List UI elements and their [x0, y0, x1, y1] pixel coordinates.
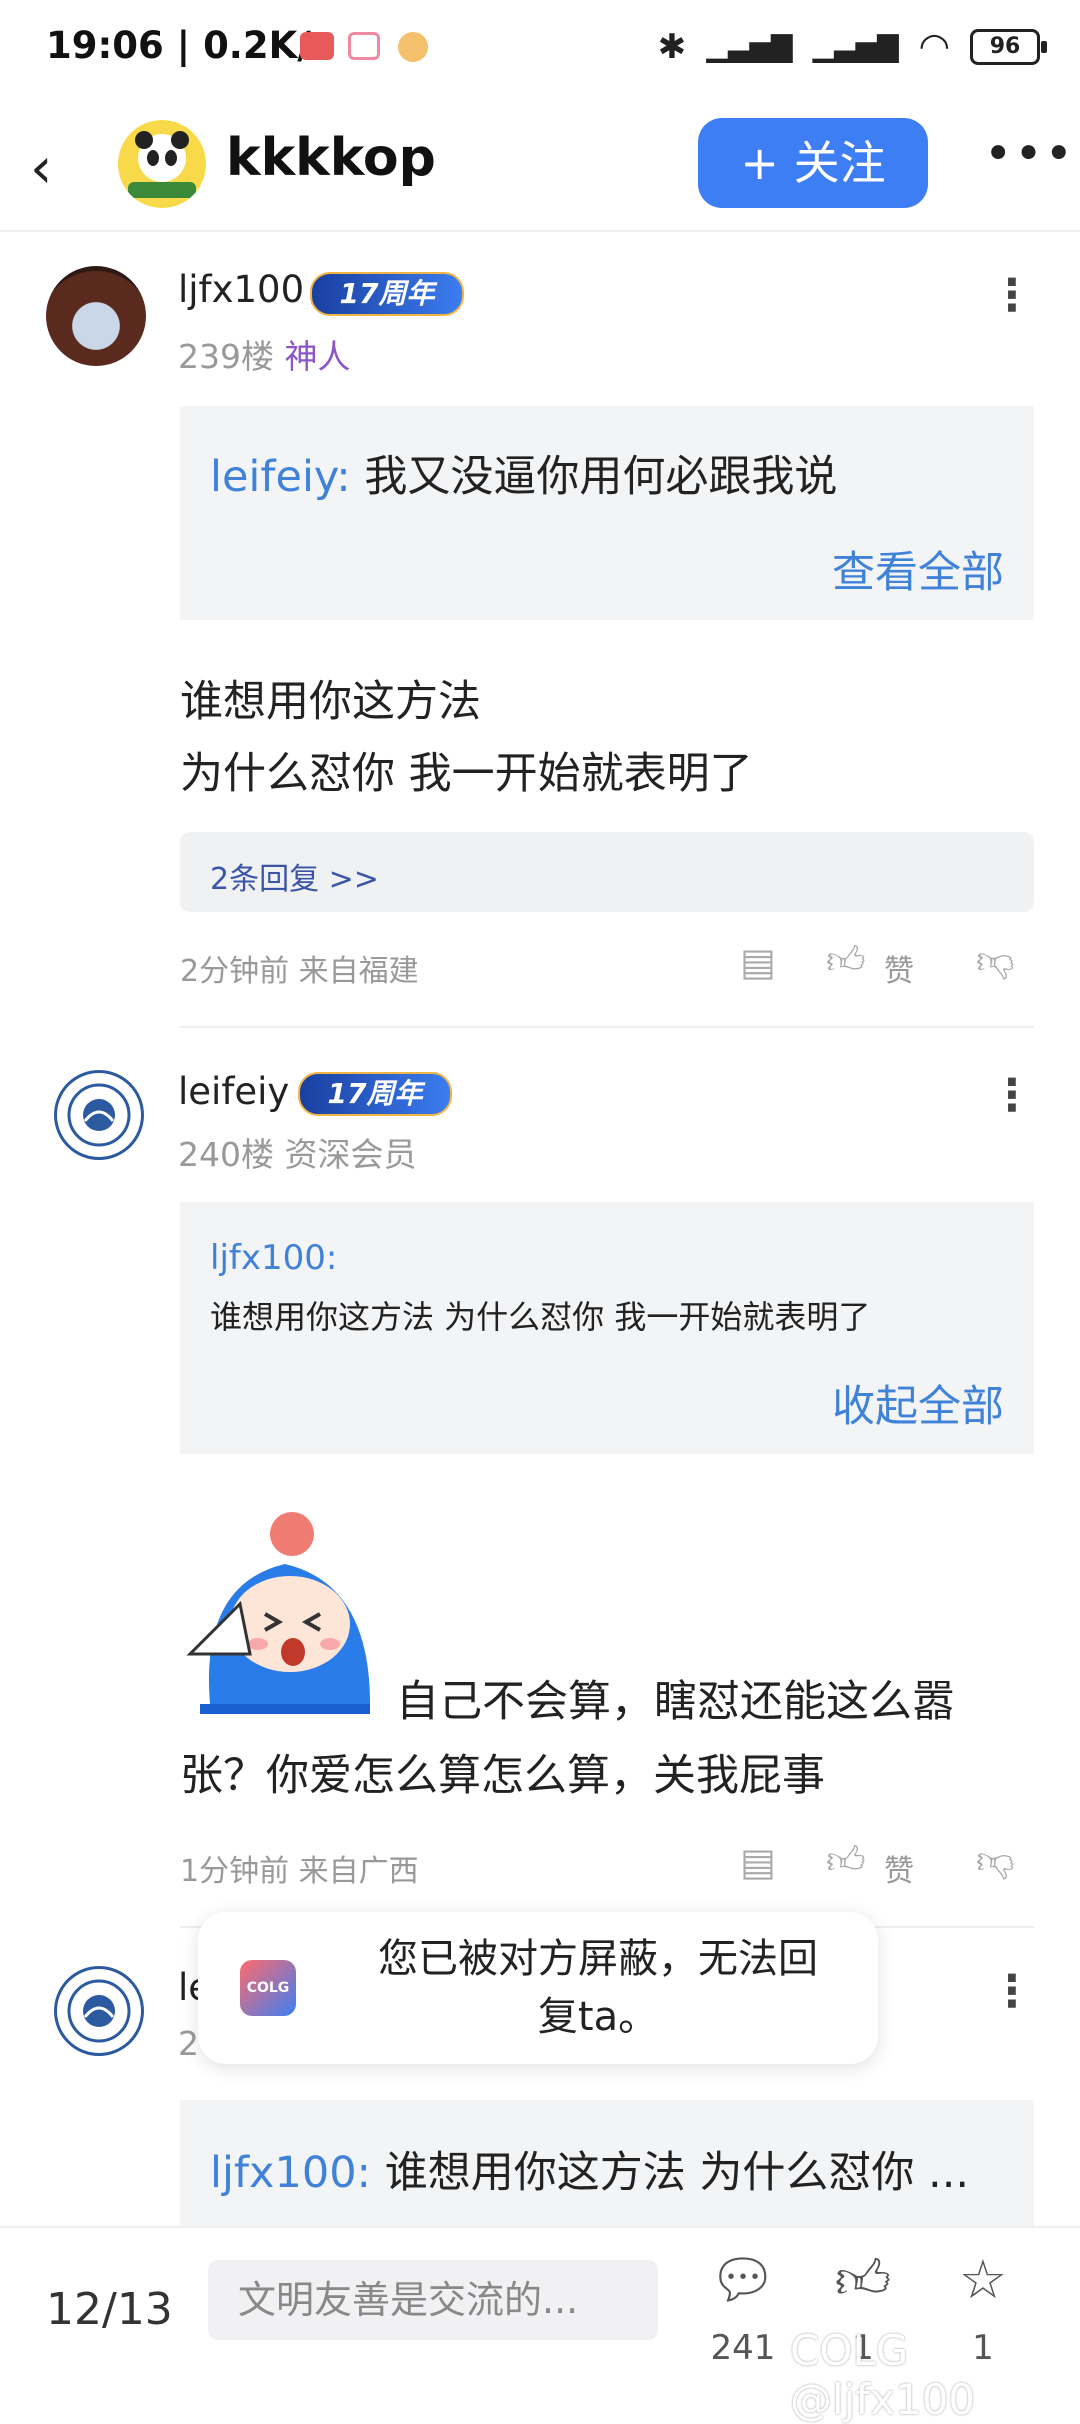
signal-1-icon: ▁▃▅▇ [706, 30, 793, 63]
thumbs-down-icon[interactable]: 👎︎ [976, 938, 1015, 984]
post-body-line1: 自己不会算，瞎怼还能这么嚣 [396, 1677, 955, 1727]
panda-icon [128, 131, 196, 198]
quote-text: 谁想用你这方法 为什么怼你 我一开始就表明了 [210, 1298, 871, 1336]
user-avatar[interactable] [54, 1966, 144, 2056]
blocked-toast: COLG 您已被对方屏蔽，无法回 复ta。 [198, 1912, 878, 2064]
anniversary-badge: 17周年 [298, 1072, 452, 1116]
post-time-location: 2分钟前 来自福建 [180, 954, 419, 989]
post-username[interactable]: leifeiy [178, 1070, 289, 1113]
emblem-icon [67, 1083, 131, 1147]
comment-icon[interactable]: ▤ [740, 1840, 776, 1884]
post-meta: 240楼 资深会员 [178, 1135, 417, 1174]
collapse-all-link[interactable]: 收起全部 [832, 1372, 1004, 1434]
bluetooth-icon: ✱ [657, 26, 687, 67]
post-time-location: 1分钟前 来自广西 [180, 1854, 419, 1889]
post-body-line2: 张？你爱怎么算怎么算，关我屁事 [180, 1751, 825, 1801]
comments-icon[interactable]: 💬︎ [708, 2248, 778, 2312]
divider [180, 1026, 1034, 1028]
sticker-image [180, 1504, 390, 1716]
post-menu-icon[interactable]: ⋮ [990, 1070, 1034, 1121]
quote-author: ljfx100: [210, 1238, 338, 1278]
post-meta: 239楼 神人 [178, 337, 351, 376]
emoji-icon [398, 32, 428, 62]
quote-content: ljfx100: 谁想用你这方法 为什么怼你 ... [210, 2148, 970, 2198]
back-arrow-icon[interactable]: ‹ [30, 136, 52, 201]
like-icon[interactable]: 👍︎ [828, 2248, 898, 2313]
status-time: 19:06 | 0.2K/s [46, 24, 333, 67]
toast-message: 您已被对方屏蔽，无法回 复ta。 [378, 1936, 818, 2040]
notification-icon [300, 32, 334, 60]
post-username[interactable]: ljfx100 [178, 268, 304, 311]
post-menu-icon[interactable]: ⋮ [990, 1966, 1034, 2017]
quoted-reply[interactable]: ljfx100: 谁想用你这方法 为什么怼你 我一开始就表明了 收起全部 [180, 1202, 1034, 1454]
more-options-icon[interactable]: ••• [984, 126, 1075, 182]
forum-name[interactable]: kkkkop [226, 128, 436, 188]
emblem-icon [67, 1979, 131, 2043]
tv-icon [348, 32, 380, 60]
bottom-bar: 12/13 文明友善是交流的... 💬︎ 241 👍︎ 1 ☆ 1 COLG @… [0, 2226, 1080, 2424]
page-indicator[interactable]: 12/13 [46, 2284, 173, 2335]
quoted-reply[interactable]: ljfx100: 谁想用你这方法 为什么怼你 ... [180, 2100, 1034, 2226]
quoted-reply[interactable]: leifeiy: 我又没逼你用何必跟我说 查看全部 [180, 406, 1034, 620]
status-right: ✱ ▁▃▅▇ ▁▃▅▇ ◠ 96 [657, 26, 1047, 67]
replies-link[interactable]: 2条回复 >> [180, 832, 1034, 912]
colg-logo-icon: COLG [240, 1960, 296, 2016]
thumbs-down-icon[interactable]: 👎︎ [976, 1838, 1015, 1884]
post-meta: 2 [178, 2024, 199, 2063]
watermark: COLG @ljfx100 [790, 2326, 976, 2424]
comment-icon[interactable]: ▤ [740, 940, 776, 984]
comments-count: 241 [710, 2328, 776, 2368]
status-bar: 19:06 | 0.2K/s ✱ ▁▃▅▇ ▁▃▅▇ ◠ 96 [0, 0, 1080, 96]
battery-icon: 96 [970, 28, 1047, 65]
post-body: 谁想用你这方法 为什么怼你 我一开始就表明了 [180, 677, 753, 799]
user-avatar[interactable] [54, 1070, 144, 1160]
reply-input[interactable]: 文明友善是交流的... [208, 2260, 658, 2340]
view-all-link[interactable]: 查看全部 [832, 538, 1004, 600]
follow-button[interactable]: + 关注 [698, 118, 928, 208]
like-label[interactable]: 赞 [884, 946, 914, 990]
thread-header: ‹ kkkkop + 关注 ••• [0, 96, 1080, 232]
user-avatar[interactable] [46, 266, 146, 366]
wifi-icon: ◠ [918, 26, 950, 67]
forum-avatar[interactable] [118, 120, 206, 208]
sticker-icon [186, 1512, 370, 1714]
like-label[interactable]: 赞 [884, 1846, 914, 1890]
post-menu-icon[interactable]: ⋮ [990, 270, 1034, 321]
signal-2-icon: ▁▃▅▇ [812, 30, 899, 63]
thumbs-up-icon[interactable]: 👍︎ [826, 938, 866, 984]
thumbs-up-icon[interactable]: 👍︎ [826, 1838, 866, 1884]
star-icon[interactable]: ☆ [948, 2248, 1018, 2311]
quote-content: leifeiy: 我又没逼你用何必跟我说 [210, 452, 838, 502]
anniversary-badge: 17周年 [310, 272, 464, 316]
